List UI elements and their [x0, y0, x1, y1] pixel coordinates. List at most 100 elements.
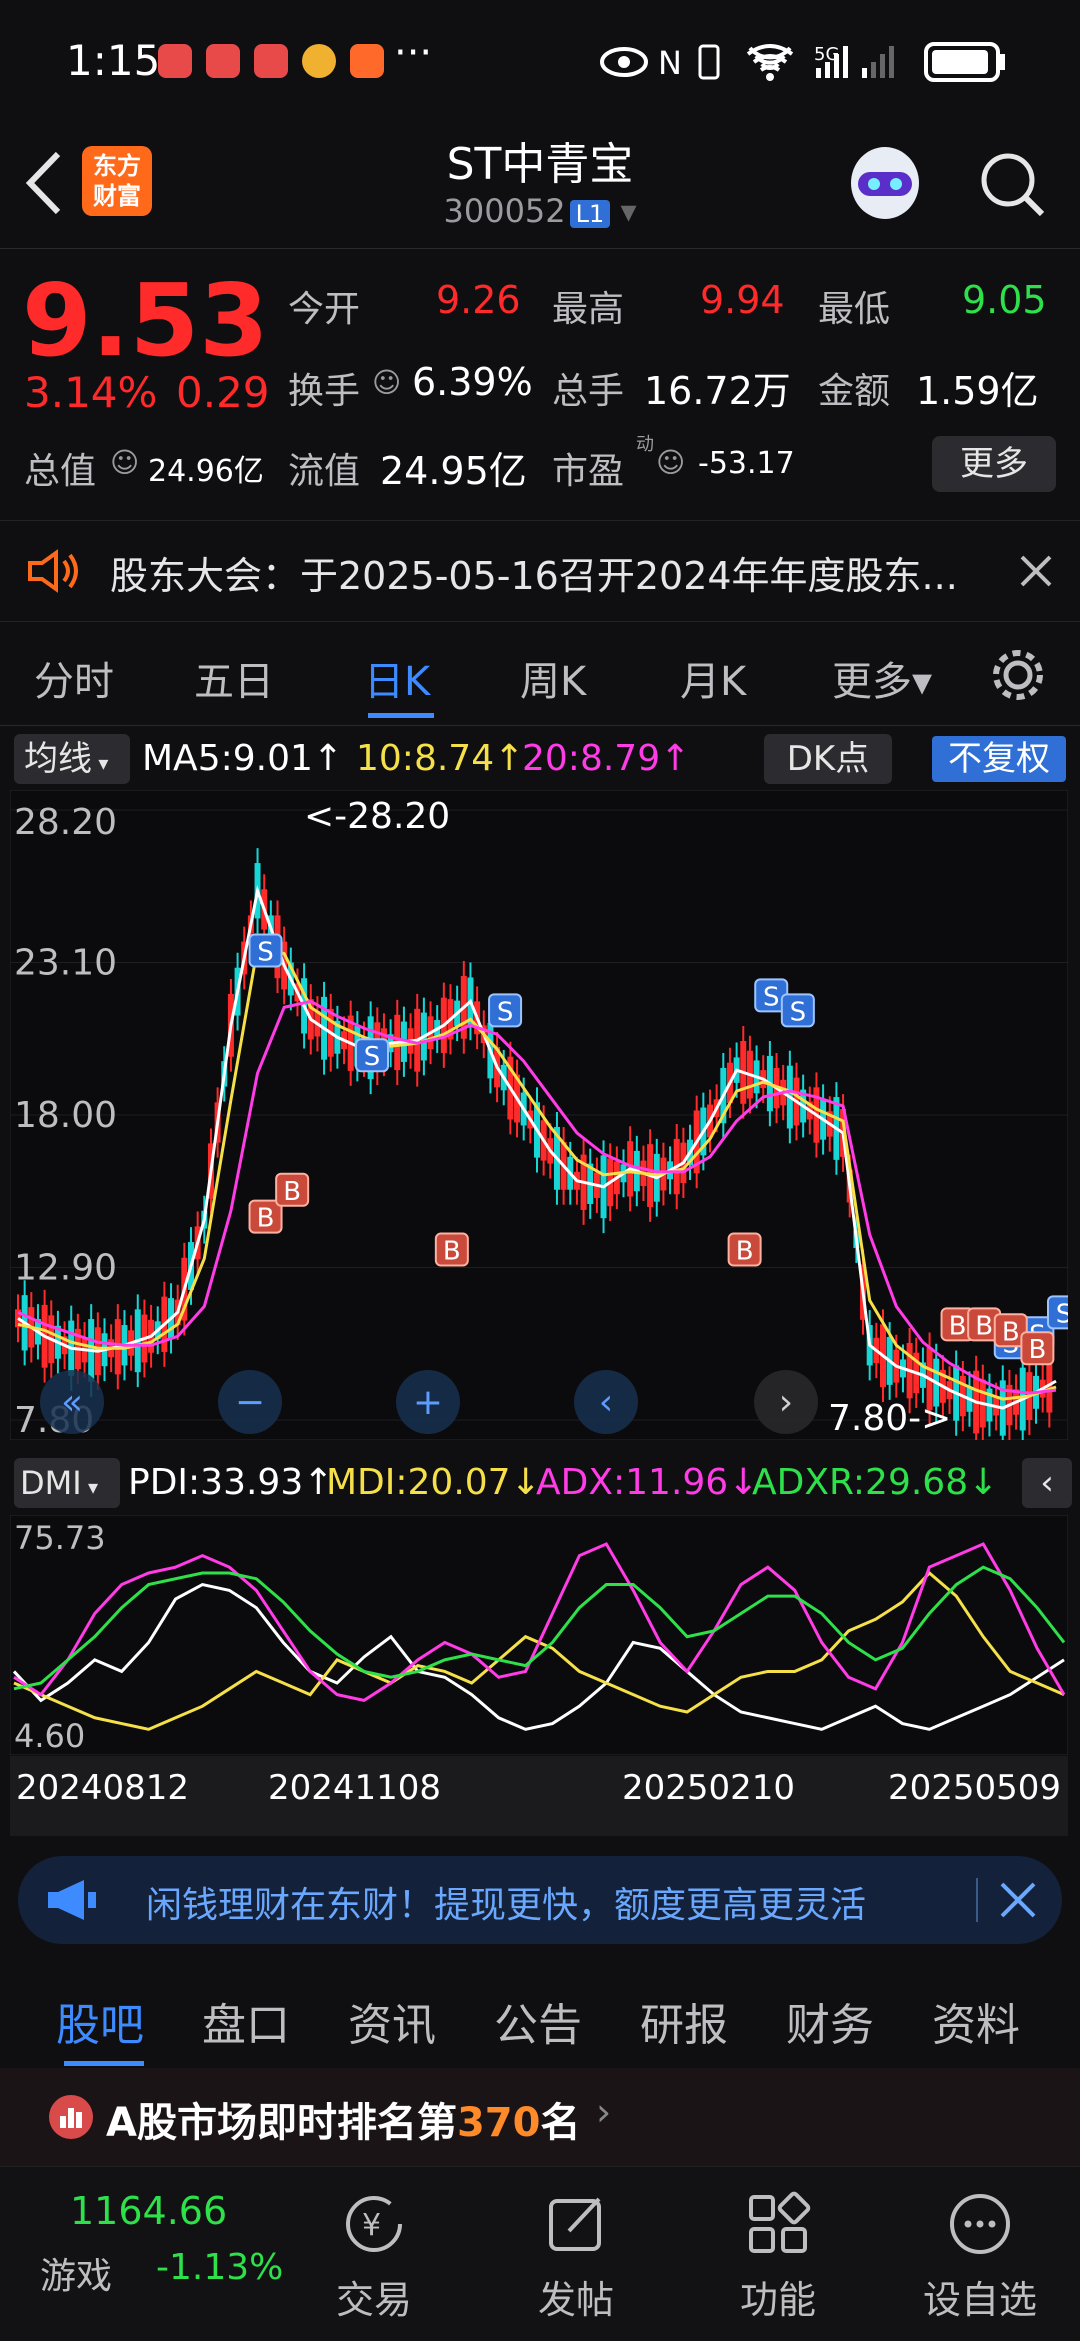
tab-finance[interactable]: 财务 [786, 1989, 874, 2053]
more-notifications-icon: ··· [394, 30, 433, 76]
open-value: 9.26 [436, 278, 521, 322]
info-icon[interactable]: ☺ [656, 446, 685, 479]
stock-header: 东方 财富 ST中青宝 300052 L1 ▾ [0, 120, 1080, 250]
tab-intraday[interactable]: 分时 [34, 649, 114, 707]
nav-functions[interactable]: 功能 [678, 2167, 878, 2324]
buy-marker[interactable]: B [248, 1199, 283, 1234]
pan-left-icon[interactable]: ‹ [574, 1370, 638, 1434]
divider [0, 248, 1080, 249]
gear-icon[interactable] [990, 647, 1046, 703]
min-price-label: 7.80-> [828, 1398, 951, 1439]
svg-text:S: S [790, 997, 807, 1027]
tab-research[interactable]: 研报 [640, 1989, 728, 2053]
system-status-icons: N 5G [600, 42, 1005, 82]
buy-marker[interactable]: B [275, 1172, 310, 1207]
adxr-value: ADXR:29.68↓ [752, 1462, 999, 1503]
y-tick-label: 75.73 [14, 1519, 106, 1557]
tab-five-day[interactable]: 五日 [194, 649, 274, 707]
tab-news[interactable]: 资讯 [348, 1989, 436, 2053]
svg-text:›: › [779, 1382, 793, 1423]
y-tick-label: 18.00 [14, 1095, 117, 1136]
turnover-value: 6.39% [412, 360, 533, 404]
promo-banner[interactable]: 闲钱理财在东财！提现更快，额度更高更灵活 [18, 1856, 1062, 1944]
index-name: 游戏 [40, 2256, 113, 2297]
nav-post[interactable]: 发帖 [476, 2167, 676, 2324]
last-price: 9.53 [22, 262, 269, 379]
sell-marker[interactable]: S [355, 1038, 389, 1073]
zoom-left-fast-icon[interactable]: « [40, 1370, 104, 1434]
open-label: 今开 [288, 289, 361, 330]
active-tab-indicator [368, 713, 434, 718]
tab-monthly-k[interactable]: 月K [680, 649, 746, 707]
dmi-selector[interactable]: DMI ▾ [14, 1458, 120, 1508]
grid-icon [749, 2191, 811, 2253]
zoom-out-icon[interactable]: − [218, 1370, 282, 1434]
no-adjust-button[interactable]: 不复权 [932, 736, 1066, 782]
date-tick: 20250210 [622, 1768, 796, 1808]
info-icon[interactable]: ☺ [372, 366, 401, 399]
buy-marker[interactable]: B [1020, 1331, 1055, 1365]
tab-announcements[interactable]: 公告 [494, 1989, 582, 2053]
collapse-icon[interactable]: ‹ [1022, 1458, 1072, 1508]
more-button[interactable]: 更多 [932, 436, 1056, 492]
y-tick-label: 4.60 [14, 1717, 85, 1755]
sell-marker[interactable]: S [488, 993, 523, 1028]
nav-label: 交易 [335, 2278, 412, 2322]
weibo-icon [302, 44, 336, 78]
status-bar: 1:15 ··· N 5G [0, 0, 1080, 120]
svg-text:B: B [975, 1311, 993, 1341]
svg-text:S: S [1056, 1299, 1068, 1329]
search-icon[interactable] [978, 150, 1048, 220]
nav-add-watchlist[interactable]: 设自选 [880, 2167, 1080, 2324]
ma5-value: MA5:9.01↑ [142, 738, 344, 779]
rank-chart-icon [49, 2095, 93, 2139]
dmi-chart[interactable]: 75.73 4.60 [10, 1515, 1068, 1755]
promo-text: 闲钱理财在东财！提现更快，额度更高更灵活 [146, 1885, 867, 1926]
tab-order-book[interactable]: 盘口 [202, 1989, 290, 2053]
sell-marker[interactable]: S [1047, 1295, 1068, 1329]
buy-marker[interactable]: B [434, 1232, 469, 1267]
svg-text:B: B [949, 1311, 967, 1341]
float-cap-label: 流值 [288, 451, 361, 492]
nav-label: 设自选 [922, 2278, 1037, 2322]
index-ticker[interactable]: 1164.66 游戏 -1.13% [0, 2167, 290, 2341]
nav-label: 发帖 [537, 2278, 614, 2322]
chevron-down-icon: ▾ [620, 192, 637, 230]
tab-guba[interactable]: 股吧 [56, 1989, 144, 2053]
sell-marker[interactable]: S [248, 933, 283, 968]
robot-assistant-icon[interactable] [842, 138, 928, 228]
svg-text:−: − [235, 1382, 265, 1423]
tab-weekly-k[interactable]: 周K [520, 649, 586, 707]
ma-selector[interactable]: 均线 ▾ [14, 734, 130, 784]
index-value: 1164.66 [70, 2189, 228, 2233]
dk-point-button[interactable]: DK点 [764, 734, 892, 784]
svg-text:B: B [283, 1177, 301, 1207]
kline-chart[interactable]: SSSSSSSSBBBBBBBB 28.2023.1018.0012.907.8… [10, 790, 1068, 1440]
pan-right-icon[interactable]: › [754, 1370, 818, 1434]
nav-trade[interactable]: ¥ 交易 [274, 2167, 474, 2324]
notice-banner[interactable]: 股东大会：于2025-05-16召开2024年年度股东... [0, 520, 1080, 622]
buy-marker[interactable]: B [727, 1232, 762, 1267]
change-amount: 0.29 [176, 368, 270, 417]
ma-indicator-bar: 均线 ▾ MA5:9.01↑ 10:8.74↑ 20:8.79↑ DK点 不复权 [0, 732, 1080, 788]
zoom-in-icon[interactable]: + [396, 1370, 460, 1434]
section-tabs: 股吧 盘口 资讯 公告 研报 财务 资料 [0, 1975, 1080, 2066]
rank-number: 370 [456, 2100, 541, 2146]
edit-icon [549, 2197, 601, 2251]
turnover-label: 换手 [288, 371, 361, 412]
ma20-value: 20:8.79↑ [522, 738, 691, 779]
tab-more[interactable]: 更多▾ [832, 649, 932, 707]
info-icon[interactable]: ☺ [110, 446, 139, 479]
close-icon[interactable] [1016, 551, 1056, 591]
svg-text:B: B [1002, 1317, 1020, 1347]
svg-text:¥: ¥ [362, 2208, 381, 2243]
notification-app-icon [350, 44, 384, 78]
tab-profile[interactable]: 资料 [932, 1989, 1020, 2053]
tab-daily-k[interactable]: 日K [364, 649, 430, 707]
close-icon[interactable] [998, 1880, 1038, 1920]
svg-text:«: « [61, 1382, 83, 1423]
sell-marker[interactable]: S [780, 993, 815, 1028]
market-rank-row[interactable]: A股市场即时排名第370名 › [0, 2068, 1080, 2166]
notification-app-icon [254, 44, 288, 78]
chevron-right-icon: › [596, 2090, 612, 2134]
